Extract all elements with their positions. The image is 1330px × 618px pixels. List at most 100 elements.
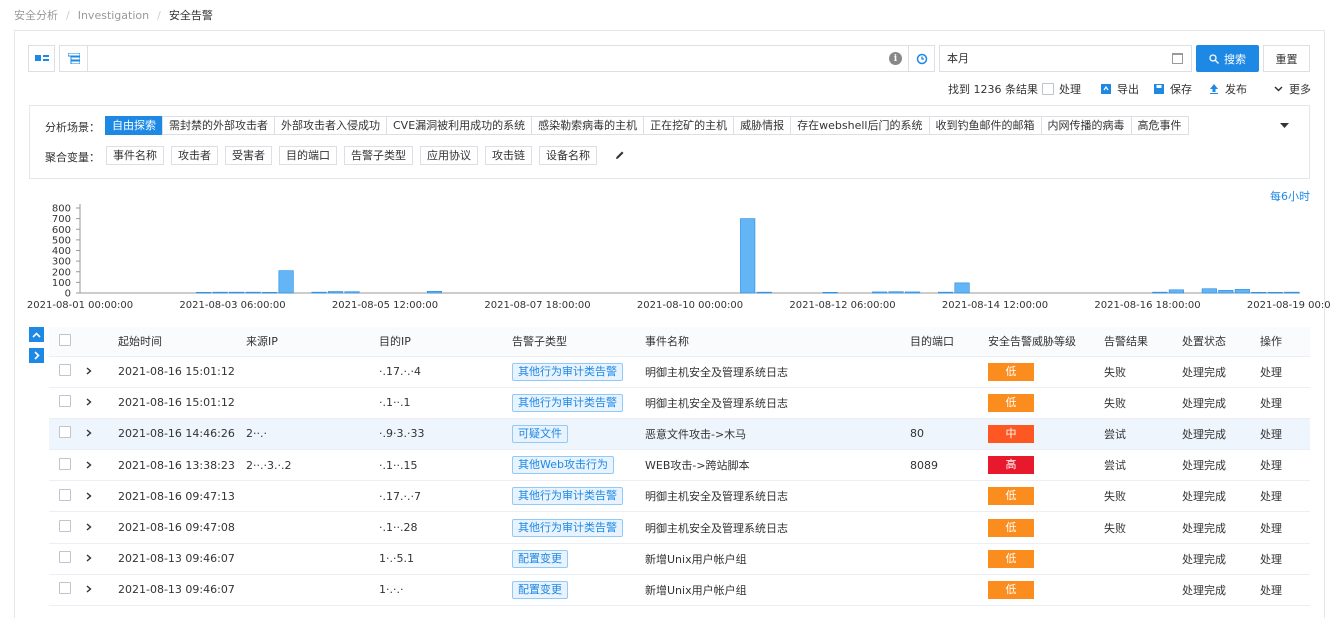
process-toggle[interactable]: 处理 <box>1042 81 1081 97</box>
alert-subtype-tag[interactable]: 其他行为审计类告警 <box>512 487 623 506</box>
breadcrumb-item-analysis[interactable]: 安全分析 <box>14 7 58 23</box>
aggregate-chip[interactable]: 事件名称 <box>106 146 164 165</box>
row-checkbox[interactable] <box>59 582 71 595</box>
chart-bar[interactable] <box>1284 291 1300 294</box>
header-alert-result[interactable]: 告警结果 <box>1104 327 1182 357</box>
header-alert-subtype[interactable]: 告警子类型 <box>512 327 645 357</box>
publish-button[interactable]: 发布 <box>1209 81 1247 97</box>
chevron-right-icon[interactable] <box>86 398 92 406</box>
chart-bar[interactable] <box>937 291 954 294</box>
process-checkbox[interactable] <box>1042 83 1054 95</box>
date-range-picker[interactable]: 本月 <box>939 45 1192 72</box>
table-row[interactable]: 2021-08-13 09:46:07 1·.·5.1 配置变更 新增Unix用户帐户… <box>49 543 1310 575</box>
history-button[interactable] <box>908 46 934 71</box>
header-event-name[interactable]: 事件名称 <box>645 327 910 357</box>
chart-bar[interactable] <box>1218 290 1234 294</box>
aggregate-chip[interactable]: 攻击链 <box>485 146 532 165</box>
save-button[interactable]: 保存 <box>1154 81 1192 97</box>
row-checkbox[interactable] <box>59 364 71 377</box>
query-input[interactable]: i <box>59 45 935 72</box>
chart-bar[interactable] <box>740 218 756 294</box>
row-checkbox[interactable] <box>59 551 71 564</box>
alert-subtype-tag[interactable]: 其他行为审计类告警 <box>512 362 623 381</box>
alert-subtype-tag[interactable]: 配置变更 <box>512 549 568 568</box>
chart-bar[interactable] <box>1168 289 1184 294</box>
alert-subtype-tag[interactable]: 配置变更 <box>512 580 568 599</box>
chart-bar[interactable] <box>344 291 360 294</box>
alert-subtype-tag[interactable]: 可疑文件 <box>512 424 568 443</box>
scene-chip[interactable]: 感染勒索病毒的主机 <box>531 116 645 135</box>
query-mode-button[interactable] <box>60 46 88 71</box>
scene-chip[interactable]: 正在挖矿的主机 <box>643 116 735 135</box>
table-row[interactable]: 2021-08-16 09:47:13 ·.17.·.·7 其他行为审计类告警 明御主… <box>49 480 1310 513</box>
scene-chip[interactable]: 威胁情报 <box>733 116 792 135</box>
row-checkbox[interactable] <box>59 426 71 439</box>
row-expand[interactable] <box>86 356 118 388</box>
collapse-button[interactable] <box>29 327 44 342</box>
edit-icon[interactable] <box>615 150 625 160</box>
chevron-right-icon[interactable] <box>86 461 92 469</box>
chart-bar[interactable] <box>756 291 772 294</box>
chart-bar[interactable] <box>212 291 228 294</box>
row-expand[interactable] <box>86 480 118 513</box>
chevron-right-icon[interactable] <box>86 585 92 593</box>
chart-bar[interactable] <box>872 291 888 294</box>
breadcrumb-item-investigation[interactable]: Investigation <box>78 9 149 22</box>
cell-status[interactable]: 处理完成 <box>1182 480 1260 513</box>
chart-bar[interactable] <box>954 282 970 294</box>
row-select[interactable] <box>49 418 86 451</box>
process-link[interactable]: 处理 <box>1260 356 1310 388</box>
aggregate-chip[interactable]: 目的端口 <box>279 146 337 165</box>
chevron-right-icon[interactable] <box>86 429 92 438</box>
cell-status[interactable]: 处理完成 <box>1182 418 1260 451</box>
table-row[interactable]: 2021-08-16 15:01:12 ·.1··.1 其他行为审计类告警 明御主机安… <box>49 387 1310 419</box>
info-icon[interactable]: i <box>889 52 902 65</box>
chevron-right-icon[interactable] <box>86 492 92 500</box>
scene-chip[interactable]: CVE漏洞被利用成功的系统 <box>386 116 533 135</box>
process-link[interactable]: 处理 <box>1260 480 1310 513</box>
aggregate-chip[interactable]: 告警子类型 <box>344 146 413 165</box>
table-row[interactable]: 2021-08-13 09:46:07 1·.·.· 配置变更 新增Unix用户帐户组… <box>49 574 1310 607</box>
header-status[interactable]: 处置状态 <box>1182 327 1260 357</box>
scene-chip[interactable]: 自由探索 <box>105 116 163 135</box>
row-select[interactable] <box>49 543 86 575</box>
chart-bar[interactable] <box>1267 292 1283 294</box>
chart-bar[interactable] <box>888 291 904 294</box>
cell-status[interactable]: 处理完成 <box>1182 356 1260 388</box>
process-link[interactable]: 处理 <box>1260 387 1310 419</box>
row-select[interactable] <box>49 574 86 607</box>
aggregate-chip[interactable]: 应用协议 <box>420 146 478 165</box>
header-dest-port[interactable]: 目的端口 <box>910 327 988 357</box>
scene-chip[interactable]: 外部攻击者入侵成功 <box>274 116 387 135</box>
row-select[interactable] <box>49 480 86 513</box>
chart-bar[interactable] <box>822 292 838 294</box>
alert-subtype-tag[interactable]: 其他行为审计类告警 <box>512 518 623 537</box>
chart-bar[interactable] <box>1152 291 1168 294</box>
row-expand[interactable] <box>86 543 118 575</box>
cell-status[interactable]: 处理完成 <box>1182 511 1260 544</box>
row-select[interactable] <box>49 511 86 544</box>
row-select[interactable] <box>49 356 86 388</box>
process-link[interactable]: 处理 <box>1260 418 1310 451</box>
scene-chip[interactable]: 需封禁的外部攻击者 <box>162 116 275 135</box>
header-select-all[interactable] <box>49 327 86 357</box>
more-button[interactable]: 更多 <box>1274 81 1311 97</box>
row-expand[interactable] <box>86 418 118 451</box>
chart-bar[interactable] <box>245 291 261 294</box>
alert-subtype-tag[interactable]: 其他Web攻击行为 <box>512 456 614 475</box>
chart-bar[interactable] <box>1251 292 1267 294</box>
row-expand[interactable] <box>86 511 118 544</box>
table-row[interactable]: 2021-08-16 13:38:23 2··.·3.·.2 ·.1··.15 其他W… <box>49 449 1310 482</box>
chart-bar[interactable] <box>426 291 443 294</box>
row-checkbox[interactable] <box>59 520 71 533</box>
chevron-right-icon[interactable] <box>86 523 92 531</box>
view-toggle-button[interactable] <box>28 45 55 72</box>
expand-button[interactable] <box>29 348 44 363</box>
caret-down-icon[interactable] <box>1280 123 1289 129</box>
cell-status[interactable]: 处理完成 <box>1182 449 1260 482</box>
scene-chip[interactable]: 内网传播的病毒 <box>1040 116 1132 135</box>
header-source-ip[interactable]: 来源IP <box>246 327 379 357</box>
chart-bar[interactable] <box>196 292 212 294</box>
process-link[interactable]: 处理 <box>1260 449 1310 482</box>
scene-chip[interactable]: 高危事件 <box>1130 116 1189 135</box>
